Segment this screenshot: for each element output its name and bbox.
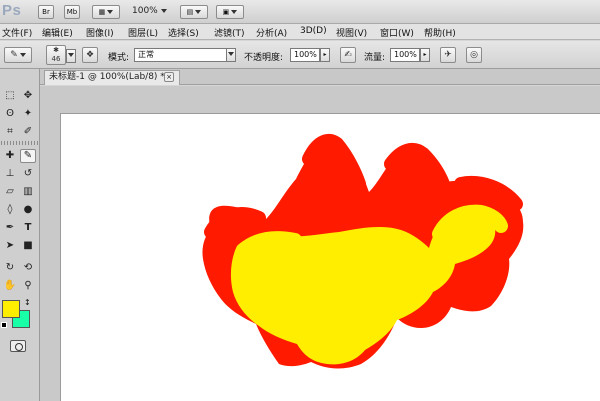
lasso-icon[interactable]: ʘ — [2, 107, 18, 121]
document-canvas[interactable] — [60, 113, 600, 401]
eraser-icon[interactable]: ▱ — [2, 185, 18, 199]
pen-icon[interactable]: ✒ — [2, 221, 18, 235]
tablet-pressure-size-button[interactable]: ◎ — [466, 47, 482, 63]
close-icon[interactable]: × — [164, 72, 174, 82]
menu-edit[interactable]: 编辑(E) — [42, 26, 73, 39]
swap-colors-icon[interactable]: ↕ — [24, 298, 31, 307]
grid-icon: ▦ — [98, 8, 106, 16]
opacity-label: 不透明度: — [244, 53, 284, 63]
chevron-down-icon — [19, 53, 26, 57]
brush-tip-icon: ✱ — [53, 46, 59, 54]
chevron-down-icon — [195, 10, 202, 14]
foreground-color-swatch[interactable] — [2, 300, 20, 318]
flow-label: 流量: — [364, 53, 386, 63]
stamp-icon[interactable]: ⊥ — [2, 167, 18, 181]
document-tab-bar: 未标题-1 @ 100%(Lab/8) * × — [40, 69, 600, 85]
tool-preset-picker[interactable]: ✎ — [4, 47, 32, 63]
chevron-down-icon — [160, 9, 167, 13]
pressure-size-icon: ◎ — [470, 50, 478, 60]
menu-select[interactable]: 选择(S) — [168, 26, 199, 39]
crop-icon[interactable]: ⌗ — [2, 125, 18, 139]
document-title: 未标题-1 @ 100%(Lab/8) * — [49, 72, 165, 82]
blend-mode-select[interactable]: 正常 — [134, 48, 234, 62]
bridge-button[interactable]: Br — [38, 5, 54, 19]
move-icon[interactable]: ✥ — [20, 89, 36, 103]
mode-label: 模式: — [108, 53, 130, 63]
toolbox: ⬚ ✥ ʘ ✦ ⌗ ✐ ✚ ✎ ⊥ ↺ ▱ ▥ ◊ ● ✒ T ➤ ■ ↻ ⟲ … — [0, 69, 40, 401]
chevron-down-icon — [68, 53, 74, 57]
toolbox-divider — [1, 141, 39, 145]
arrange-icon: ▤ — [186, 8, 194, 16]
marquee-icon[interactable]: ⬚ — [2, 89, 18, 103]
path-select-icon[interactable]: ➤ — [2, 239, 18, 253]
blend-mode-value: 正常 — [138, 50, 154, 59]
menu-filter[interactable]: 滤镜(T) — [214, 26, 245, 39]
pressure-icon: ✍ — [344, 50, 352, 60]
arrange-documents-button[interactable]: ▤ — [180, 5, 208, 19]
screen-mode-button[interactable]: ▣ — [216, 5, 244, 19]
eyedropper-icon[interactable]: ✐ — [20, 125, 36, 139]
mini-bridge-button[interactable]: Mb — [64, 5, 80, 19]
application-bar: Ps Br Mb ▦ 100% ▤ ▣ — [0, 0, 600, 24]
zoom-icon[interactable]: ⚲ — [20, 279, 36, 293]
opacity-pressure-button[interactable]: ✍ — [340, 47, 356, 63]
default-colors-icon[interactable] — [1, 322, 7, 328]
menu-file[interactable]: 文件(F) — [2, 26, 32, 39]
flow-field[interactable]: 100% — [390, 48, 420, 62]
zoom-level-value: 100% — [132, 6, 158, 16]
brush-panel-icon: ❖ — [85, 50, 95, 60]
dodge-icon[interactable]: ● — [20, 203, 36, 217]
chevron-down-icon — [228, 52, 234, 56]
airbrush-icon: ✈ — [444, 50, 452, 60]
menu-analysis[interactable]: 分析(A) — [256, 26, 287, 39]
blend-mode-dropdown[interactable] — [226, 48, 236, 62]
healing-icon[interactable]: ✚ — [2, 149, 18, 163]
quick-mask-button[interactable] — [10, 340, 26, 352]
painted-artwork — [202, 133, 524, 369]
type-icon[interactable]: T — [20, 221, 36, 235]
brush-size-value: 46 — [51, 55, 61, 63]
chevron-down-icon — [107, 10, 114, 14]
menu-window[interactable]: 窗口(W) — [380, 26, 414, 39]
opacity-value: 100% — [294, 50, 317, 59]
menu-image[interactable]: 图像(I) — [86, 26, 114, 39]
blur-icon[interactable]: ◊ — [2, 203, 18, 217]
brush-size-picker[interactable]: ✱ 46 — [46, 45, 66, 65]
menu-view[interactable]: 视图(V) — [336, 26, 367, 39]
menu-layer[interactable]: 图层(L) — [128, 26, 158, 39]
chevron-down-icon — [231, 10, 238, 14]
history-brush-icon[interactable]: ↺ — [20, 167, 36, 181]
zoom-level-dropdown[interactable]: 100% — [132, 6, 167, 16]
screen-mode-icon: ▣ — [222, 8, 230, 16]
brush-icon[interactable]: ✎ — [20, 149, 36, 163]
3d-orbit-icon[interactable]: ⟲ — [20, 261, 36, 275]
opacity-slider-toggle[interactable]: ▸ — [320, 48, 330, 62]
magic-wand-icon[interactable]: ✦ — [20, 107, 36, 121]
menu-help[interactable]: 帮助(H) — [424, 26, 456, 39]
menu-bar: 文件(F) 编辑(E) 图像(I) 图层(L) 选择(S) 滤镜(T) 分析(A… — [0, 24, 600, 40]
opacity-field[interactable]: 100% — [290, 48, 320, 62]
flow-value: 100% — [394, 50, 417, 59]
gradient-icon[interactable]: ▥ — [20, 185, 36, 199]
hand-icon[interactable]: ✋ — [2, 279, 18, 293]
3d-rotate-icon[interactable]: ↻ — [2, 261, 18, 275]
flow-slider-toggle[interactable]: ▸ — [420, 48, 430, 62]
options-bar: ✎ ✱ 46 ❖ 模式: 正常 不透明度: 100% ▸ ✍ 流量: 100% … — [0, 41, 600, 69]
brush-size-dropdown[interactable] — [66, 49, 76, 63]
document-tab[interactable]: 未标题-1 @ 100%(Lab/8) * — [44, 70, 180, 85]
brush-icon: ✎ — [10, 50, 18, 60]
airbrush-button[interactable]: ✈ — [440, 47, 456, 63]
photoshop-logo: Ps — [2, 2, 22, 19]
menu-3d[interactable]: 3D(D) — [300, 26, 327, 36]
view-extras-button[interactable]: ▦ — [92, 5, 120, 19]
brush-panel-toggle[interactable]: ❖ — [82, 47, 98, 63]
shape-icon[interactable]: ■ — [20, 239, 36, 253]
